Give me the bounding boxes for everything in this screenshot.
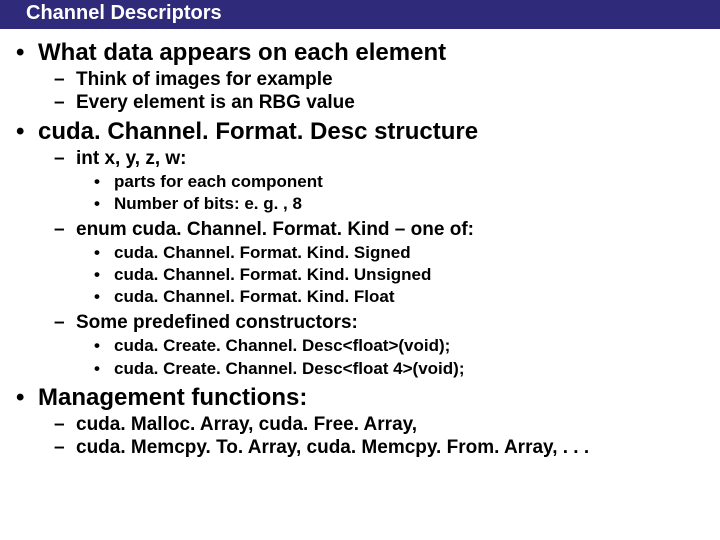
- dot-icon: •: [94, 171, 114, 193]
- bullet-level3: • cuda. Channel. Format. Kind. Unsigned: [94, 264, 720, 286]
- bullet-level3: • Number of bits: e. g. , 8: [94, 193, 720, 215]
- bullet-text: parts for each component: [114, 171, 323, 193]
- bullet-text: enum cuda. Channel. Format. Kind – one o…: [76, 219, 474, 241]
- bullet-level2: – int x, y, z, w:: [54, 148, 720, 170]
- bullet-text: cuda. Channel. Format. Kind. Unsigned: [114, 264, 431, 286]
- dot-icon: •: [94, 242, 114, 264]
- dash-icon: –: [54, 437, 76, 459]
- bullet-text: Every element is an RBG value: [76, 92, 355, 114]
- bullet-level3: • cuda. Channel. Format. Kind. Signed: [94, 242, 720, 264]
- dash-icon: –: [54, 312, 76, 334]
- bullet-level3: • cuda. Channel. Format. Kind. Float: [94, 286, 720, 308]
- bullet-text: cuda. Channel. Format. Kind. Signed: [114, 242, 411, 264]
- bullet-text: cuda. Create. Channel. Desc<float>(void)…: [114, 335, 450, 357]
- bullet-text: cuda. Create. Channel. Desc<float 4>(voi…: [114, 358, 464, 380]
- slide-title: Channel Descriptors: [0, 0, 720, 29]
- bullet-level1: • cuda. Channel. Format. Desc structure: [16, 118, 720, 146]
- bullet-text: cuda. Memcpy. To. Array, cuda. Memcpy. F…: [76, 437, 589, 459]
- bullet-icon: •: [16, 39, 38, 67]
- bullet-text: Management functions:: [38, 384, 307, 412]
- bullet-level1: • Management functions:: [16, 384, 720, 412]
- bullet-level3: • cuda. Create. Channel. Desc<float>(voi…: [94, 335, 720, 357]
- bullet-text: cuda. Channel. Format. Kind. Float: [114, 286, 395, 308]
- bullet-text: cuda. Channel. Format. Desc structure: [38, 118, 478, 146]
- dot-icon: •: [94, 193, 114, 215]
- bullet-level3: • cuda. Create. Channel. Desc<float 4>(v…: [94, 358, 720, 380]
- bullet-level2: – Think of images for example: [54, 69, 720, 91]
- dot-icon: •: [94, 335, 114, 357]
- bullet-level3: • parts for each component: [94, 171, 720, 193]
- bullet-icon: •: [16, 384, 38, 412]
- dash-icon: –: [54, 92, 76, 114]
- bullet-level2: – enum cuda. Channel. Format. Kind – one…: [54, 219, 720, 241]
- bullet-icon: •: [16, 118, 38, 146]
- bullet-text: Think of images for example: [76, 69, 333, 91]
- dot-icon: •: [94, 286, 114, 308]
- bullet-text: Number of bits: e. g. , 8: [114, 193, 302, 215]
- dash-icon: –: [54, 414, 76, 436]
- bullet-level1: • What data appears on each element: [16, 39, 720, 67]
- bullet-level2: – Some predefined constructors:: [54, 312, 720, 334]
- dash-icon: –: [54, 148, 76, 170]
- dot-icon: •: [94, 264, 114, 286]
- bullet-text: int x, y, z, w:: [76, 148, 187, 170]
- bullet-level2: – Every element is an RBG value: [54, 92, 720, 114]
- dot-icon: •: [94, 358, 114, 380]
- bullet-text: cuda. Malloc. Array, cuda. Free. Array,: [76, 414, 417, 436]
- dash-icon: –: [54, 219, 76, 241]
- bullet-text: What data appears on each element: [38, 39, 446, 67]
- dash-icon: –: [54, 69, 76, 91]
- bullet-level2: – cuda. Malloc. Array, cuda. Free. Array…: [54, 414, 720, 436]
- bullet-text: Some predefined constructors:: [76, 312, 358, 334]
- bullet-level2: – cuda. Memcpy. To. Array, cuda. Memcpy.…: [54, 437, 720, 459]
- slide: Channel Descriptors • What data appears …: [0, 0, 720, 540]
- slide-body: • What data appears on each element – Th…: [0, 29, 720, 459]
